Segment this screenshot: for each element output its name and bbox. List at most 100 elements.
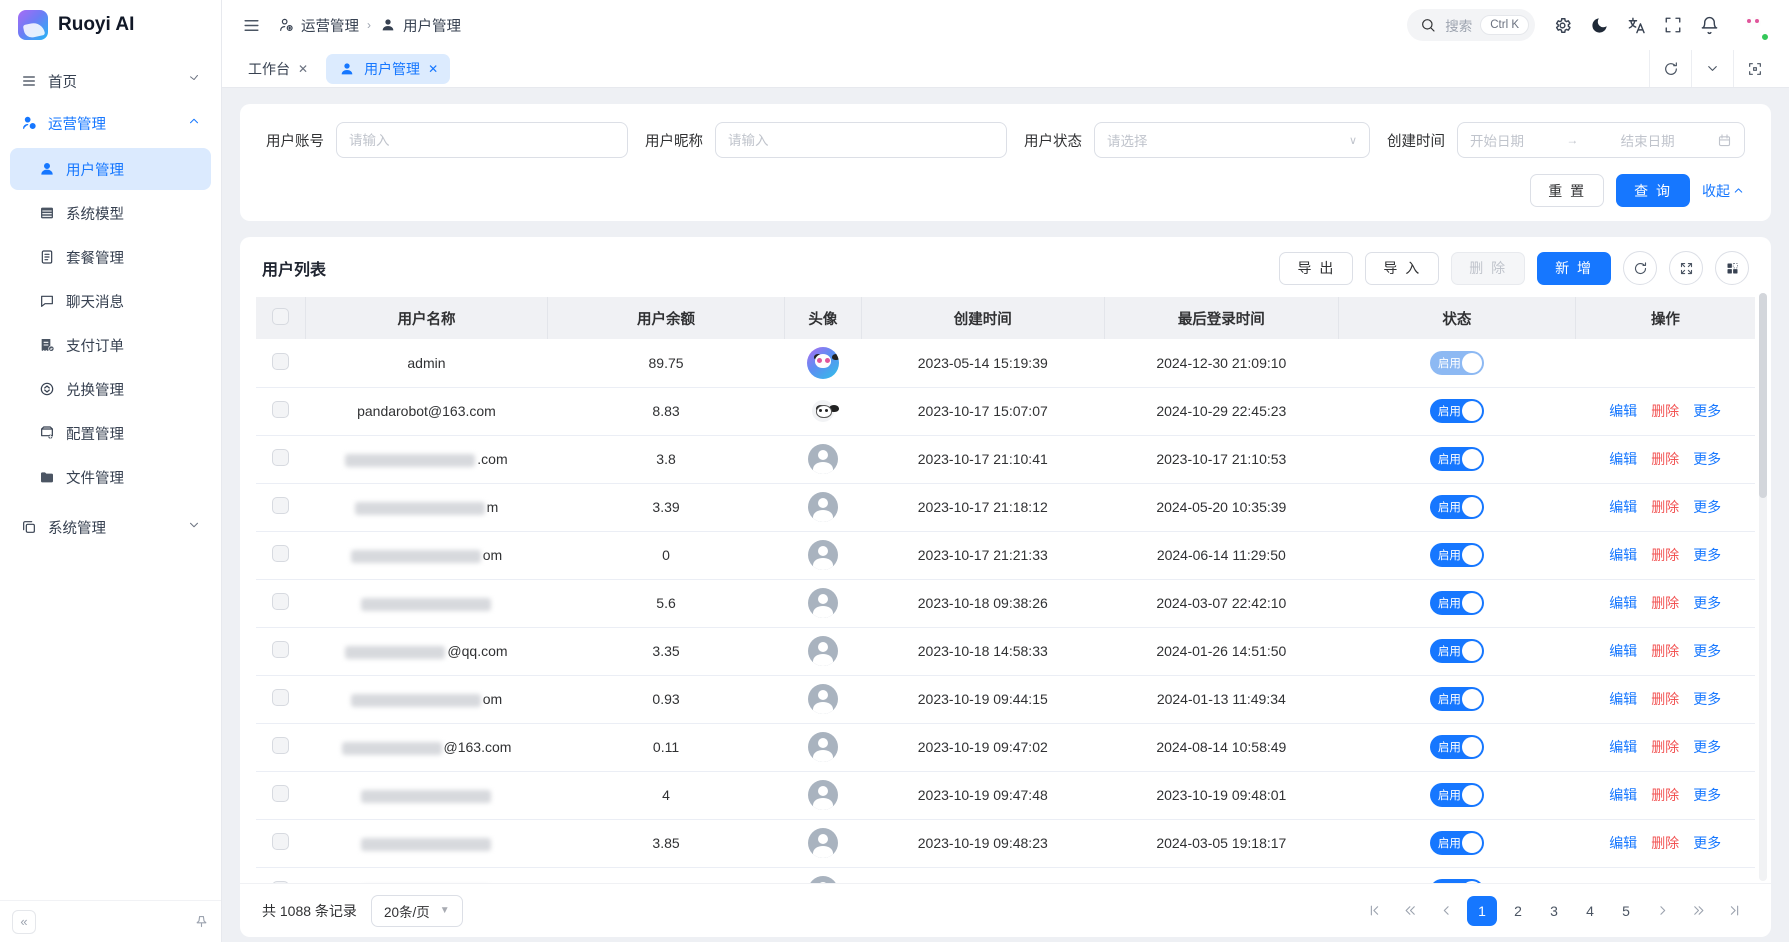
status-toggle[interactable]: 启用 (1430, 495, 1484, 519)
nickname-input[interactable] (728, 133, 994, 148)
maximize-content-icon[interactable] (1733, 50, 1775, 87)
sidebar-subitem-6[interactable]: 配置管理 (10, 412, 211, 454)
sidebar-item-operations[interactable]: 运营管理 (10, 102, 211, 144)
status-select[interactable]: 请选择 ∨ (1094, 122, 1370, 158)
settings-gear-icon[interactable] (1553, 16, 1572, 35)
toolbar-button-3[interactable]: 新 增 (1537, 252, 1611, 285)
row-checkbox[interactable] (272, 401, 289, 418)
scrollbar-thumb[interactable] (1759, 293, 1767, 498)
more-link[interactable]: 更多 (1693, 593, 1721, 613)
row-checkbox[interactable] (272, 737, 289, 754)
collapse-filters-link[interactable]: 收起 (1702, 181, 1745, 201)
status-toggle[interactable]: 启用 (1430, 639, 1484, 663)
delete-link[interactable]: 删除 (1651, 833, 1679, 853)
sidebar-collapse-button[interactable]: « (12, 910, 36, 934)
page-button-5[interactable]: 5 (1611, 896, 1641, 926)
more-link[interactable]: 更多 (1693, 785, 1721, 805)
status-toggle[interactable]: 启用 (1430, 783, 1484, 807)
delete-link[interactable]: 删除 (1651, 881, 1679, 883)
page-button-3[interactable]: 3 (1539, 896, 1569, 926)
notifications-bell-icon[interactable] (1700, 16, 1719, 35)
more-link[interactable]: 更多 (1693, 833, 1721, 853)
expand-fullscreen-icon[interactable] (1669, 251, 1703, 285)
delete-link[interactable]: 删除 (1651, 785, 1679, 805)
edit-link[interactable]: 编辑 (1609, 689, 1637, 709)
select-all-checkbox[interactable] (272, 308, 289, 325)
next-page-button[interactable] (1647, 896, 1677, 926)
edit-link[interactable]: 编辑 (1609, 833, 1637, 853)
sidebar-item-system[interactable]: 系统管理 (10, 506, 211, 548)
page-size-select[interactable]: 20条/页 ▼ (371, 895, 463, 927)
row-checkbox[interactable] (272, 833, 289, 850)
tab-workbench[interactable]: 工作台 ✕ (236, 54, 320, 84)
sidebar-subitem-4[interactable]: 支付订单 (10, 324, 211, 366)
row-checkbox[interactable] (272, 881, 289, 883)
more-link[interactable]: 更多 (1693, 401, 1721, 421)
delete-link[interactable]: 删除 (1651, 497, 1679, 517)
more-link[interactable]: 更多 (1693, 449, 1721, 469)
breadcrumb-operations[interactable]: 运营管理 (277, 15, 359, 36)
status-toggle[interactable]: 启用 (1430, 543, 1484, 567)
edit-link[interactable]: 编辑 (1609, 785, 1637, 805)
row-checkbox[interactable] (272, 593, 289, 610)
chevron-down-icon[interactable] (1691, 50, 1733, 87)
edit-link[interactable]: 编辑 (1609, 545, 1637, 565)
delete-link[interactable]: 删除 (1651, 689, 1679, 709)
sidebar-subitem-5[interactable]: 兑换管理 (10, 368, 211, 410)
page-button-4[interactable]: 4 (1575, 896, 1605, 926)
search-button[interactable]: 查 询 (1616, 174, 1690, 207)
last-page-button[interactable] (1719, 896, 1749, 926)
edit-link[interactable]: 编辑 (1609, 401, 1637, 421)
previous-page-button[interactable] (1431, 896, 1461, 926)
more-link[interactable]: 更多 (1693, 881, 1721, 883)
row-checkbox[interactable] (272, 641, 289, 658)
status-toggle[interactable]: 启用 (1430, 399, 1484, 423)
delete-link[interactable]: 删除 (1651, 449, 1679, 469)
refresh-icon[interactable] (1649, 50, 1691, 87)
more-link[interactable]: 更多 (1693, 641, 1721, 661)
breadcrumb-users[interactable]: 用户管理 (379, 15, 461, 36)
edit-link[interactable]: 编辑 (1609, 449, 1637, 469)
page-button-1[interactable]: 1 (1467, 896, 1497, 926)
row-checkbox[interactable] (272, 449, 289, 466)
fullscreen-icon[interactable] (1664, 16, 1682, 34)
sidebar-subitem-0[interactable]: 用户管理 (10, 148, 211, 190)
edit-link[interactable]: 编辑 (1609, 641, 1637, 661)
close-icon[interactable]: ✕ (428, 62, 438, 76)
more-link[interactable]: 更多 (1693, 497, 1721, 517)
status-toggle[interactable]: 启用 (1430, 447, 1484, 471)
sidebar-subitem-7[interactable]: 文件管理 (10, 456, 211, 498)
edit-link[interactable]: 编辑 (1609, 593, 1637, 613)
status-toggle[interactable]: 启用 (1430, 735, 1484, 759)
delete-link[interactable]: 删除 (1651, 545, 1679, 565)
column-settings-grid-icon[interactable] (1715, 251, 1749, 285)
reset-button[interactable]: 重 置 (1530, 174, 1604, 207)
account-input[interactable] (349, 133, 615, 148)
more-link[interactable]: 更多 (1693, 737, 1721, 757)
delete-link[interactable]: 删除 (1651, 641, 1679, 661)
more-link[interactable]: 更多 (1693, 545, 1721, 565)
delete-link[interactable]: 删除 (1651, 737, 1679, 757)
status-toggle[interactable]: 启用 (1430, 879, 1484, 883)
first-page-button[interactable] (1359, 896, 1389, 926)
row-checkbox[interactable] (272, 785, 289, 802)
status-toggle[interactable]: 启用 (1430, 351, 1484, 375)
hamburger-menu-icon[interactable] (242, 16, 261, 35)
user-avatar[interactable] (1737, 9, 1769, 41)
date-range-picker[interactable]: 开始日期 → 结束日期 (1457, 122, 1745, 158)
close-icon[interactable]: ✕ (298, 62, 308, 76)
status-toggle[interactable]: 启用 (1430, 591, 1484, 615)
brand-logo[interactable]: Ruoyi AI (0, 0, 221, 50)
more-link[interactable]: 更多 (1693, 689, 1721, 709)
sidebar-subitem-1[interactable]: 系统模型 (10, 192, 211, 234)
page-button-2[interactable]: 2 (1503, 896, 1533, 926)
edit-link[interactable]: 编辑 (1609, 497, 1637, 517)
sidebar-subitem-3[interactable]: 聊天消息 (10, 280, 211, 322)
row-checkbox[interactable] (272, 497, 289, 514)
tab-user-management[interactable]: 用户管理 ✕ (326, 54, 450, 84)
edit-link[interactable]: 编辑 (1609, 737, 1637, 757)
sidebar-pin-icon[interactable] (194, 914, 209, 929)
sidebar-subitem-2[interactable]: 套餐管理 (10, 236, 211, 278)
toolbar-button-0[interactable]: 导 出 (1279, 252, 1353, 285)
forward-10-pages-button[interactable] (1683, 896, 1713, 926)
